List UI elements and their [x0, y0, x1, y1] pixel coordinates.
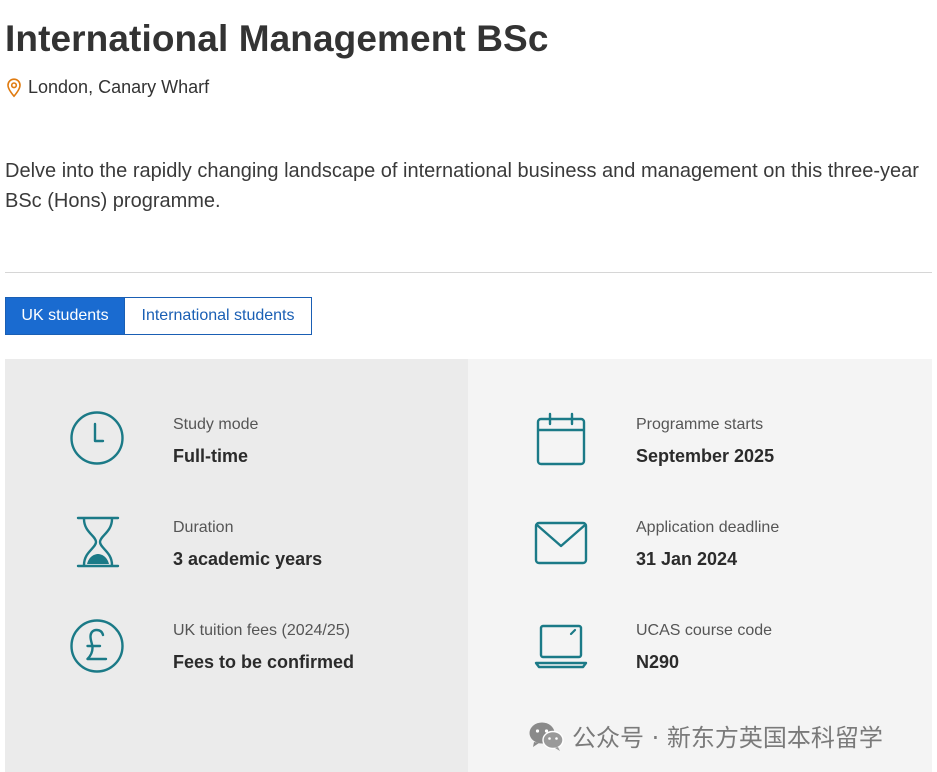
duration-text: Duration 3 academic years: [173, 518, 322, 570]
duration-value: 3 academic years: [173, 549, 323, 569]
study-mode-value: Full-time: [173, 446, 248, 466]
location-text: London, Canary Wharf: [28, 77, 210, 97]
fees-text: UK tuition fees (2024/25) Fees to be con…: [173, 621, 354, 673]
key-info-left-column: Study mode Full-time Duration 3 academic…: [5, 359, 468, 772]
study-mode-text: Study mode Full-time: [173, 415, 258, 467]
ucas-code-value: N290: [636, 652, 680, 672]
study-mode-label: Study mode: [173, 416, 259, 433]
application-deadline-text: Application deadline 31 Jan 2024: [636, 518, 779, 570]
key-info-panel: Study mode Full-time Duration 3 academic…: [5, 359, 932, 772]
pound-icon: [70, 619, 124, 673]
fees-label: UK tuition fees (2024/25): [173, 622, 350, 639]
map-pin-icon: [7, 77, 21, 97]
ucas-code-label: UCAS course code: [636, 622, 773, 639]
watermark: 公众号 · 新东方英国本科留学: [528, 718, 883, 753]
envelope-icon: [534, 521, 588, 565]
ucas-code-text: UCAS course code N290: [636, 621, 772, 673]
duration-label: Duration: [173, 519, 234, 536]
divider: [5, 272, 932, 273]
calendar-icon: [536, 412, 586, 466]
watermark-text: 公众号 · 新东方英国本科留学: [572, 724, 883, 752]
tab-uk-students[interactable]: UK students: [5, 297, 125, 335]
laptop-icon: [534, 624, 588, 669]
course-intro: Delve into the rapidly changing landscap…: [5, 160, 919, 212]
programme-starts-value: September 2025: [636, 446, 775, 466]
page-title: International Management BSc: [5, 18, 549, 59]
application-deadline-label: Application deadline: [636, 519, 780, 536]
fees-value: Fees to be confirmed: [173, 652, 355, 672]
key-info-right-column: Programme starts September 2025 Applicat…: [468, 359, 932, 772]
programme-starts-text: Programme starts September 2025: [636, 415, 774, 467]
clock-icon: [70, 411, 124, 465]
location: London, Canary Wharf: [5, 77, 209, 98]
student-type-tabs: UK students International students: [5, 297, 312, 335]
tab-international-students[interactable]: International students: [125, 297, 312, 335]
course-page: International Management BSc London, Can…: [0, 0, 937, 772]
wechat-icon: [529, 722, 564, 751]
programme-starts-label: Programme starts: [636, 416, 764, 433]
hourglass-icon: [76, 516, 120, 568]
application-deadline-value: 31 Jan 2024: [636, 549, 738, 569]
